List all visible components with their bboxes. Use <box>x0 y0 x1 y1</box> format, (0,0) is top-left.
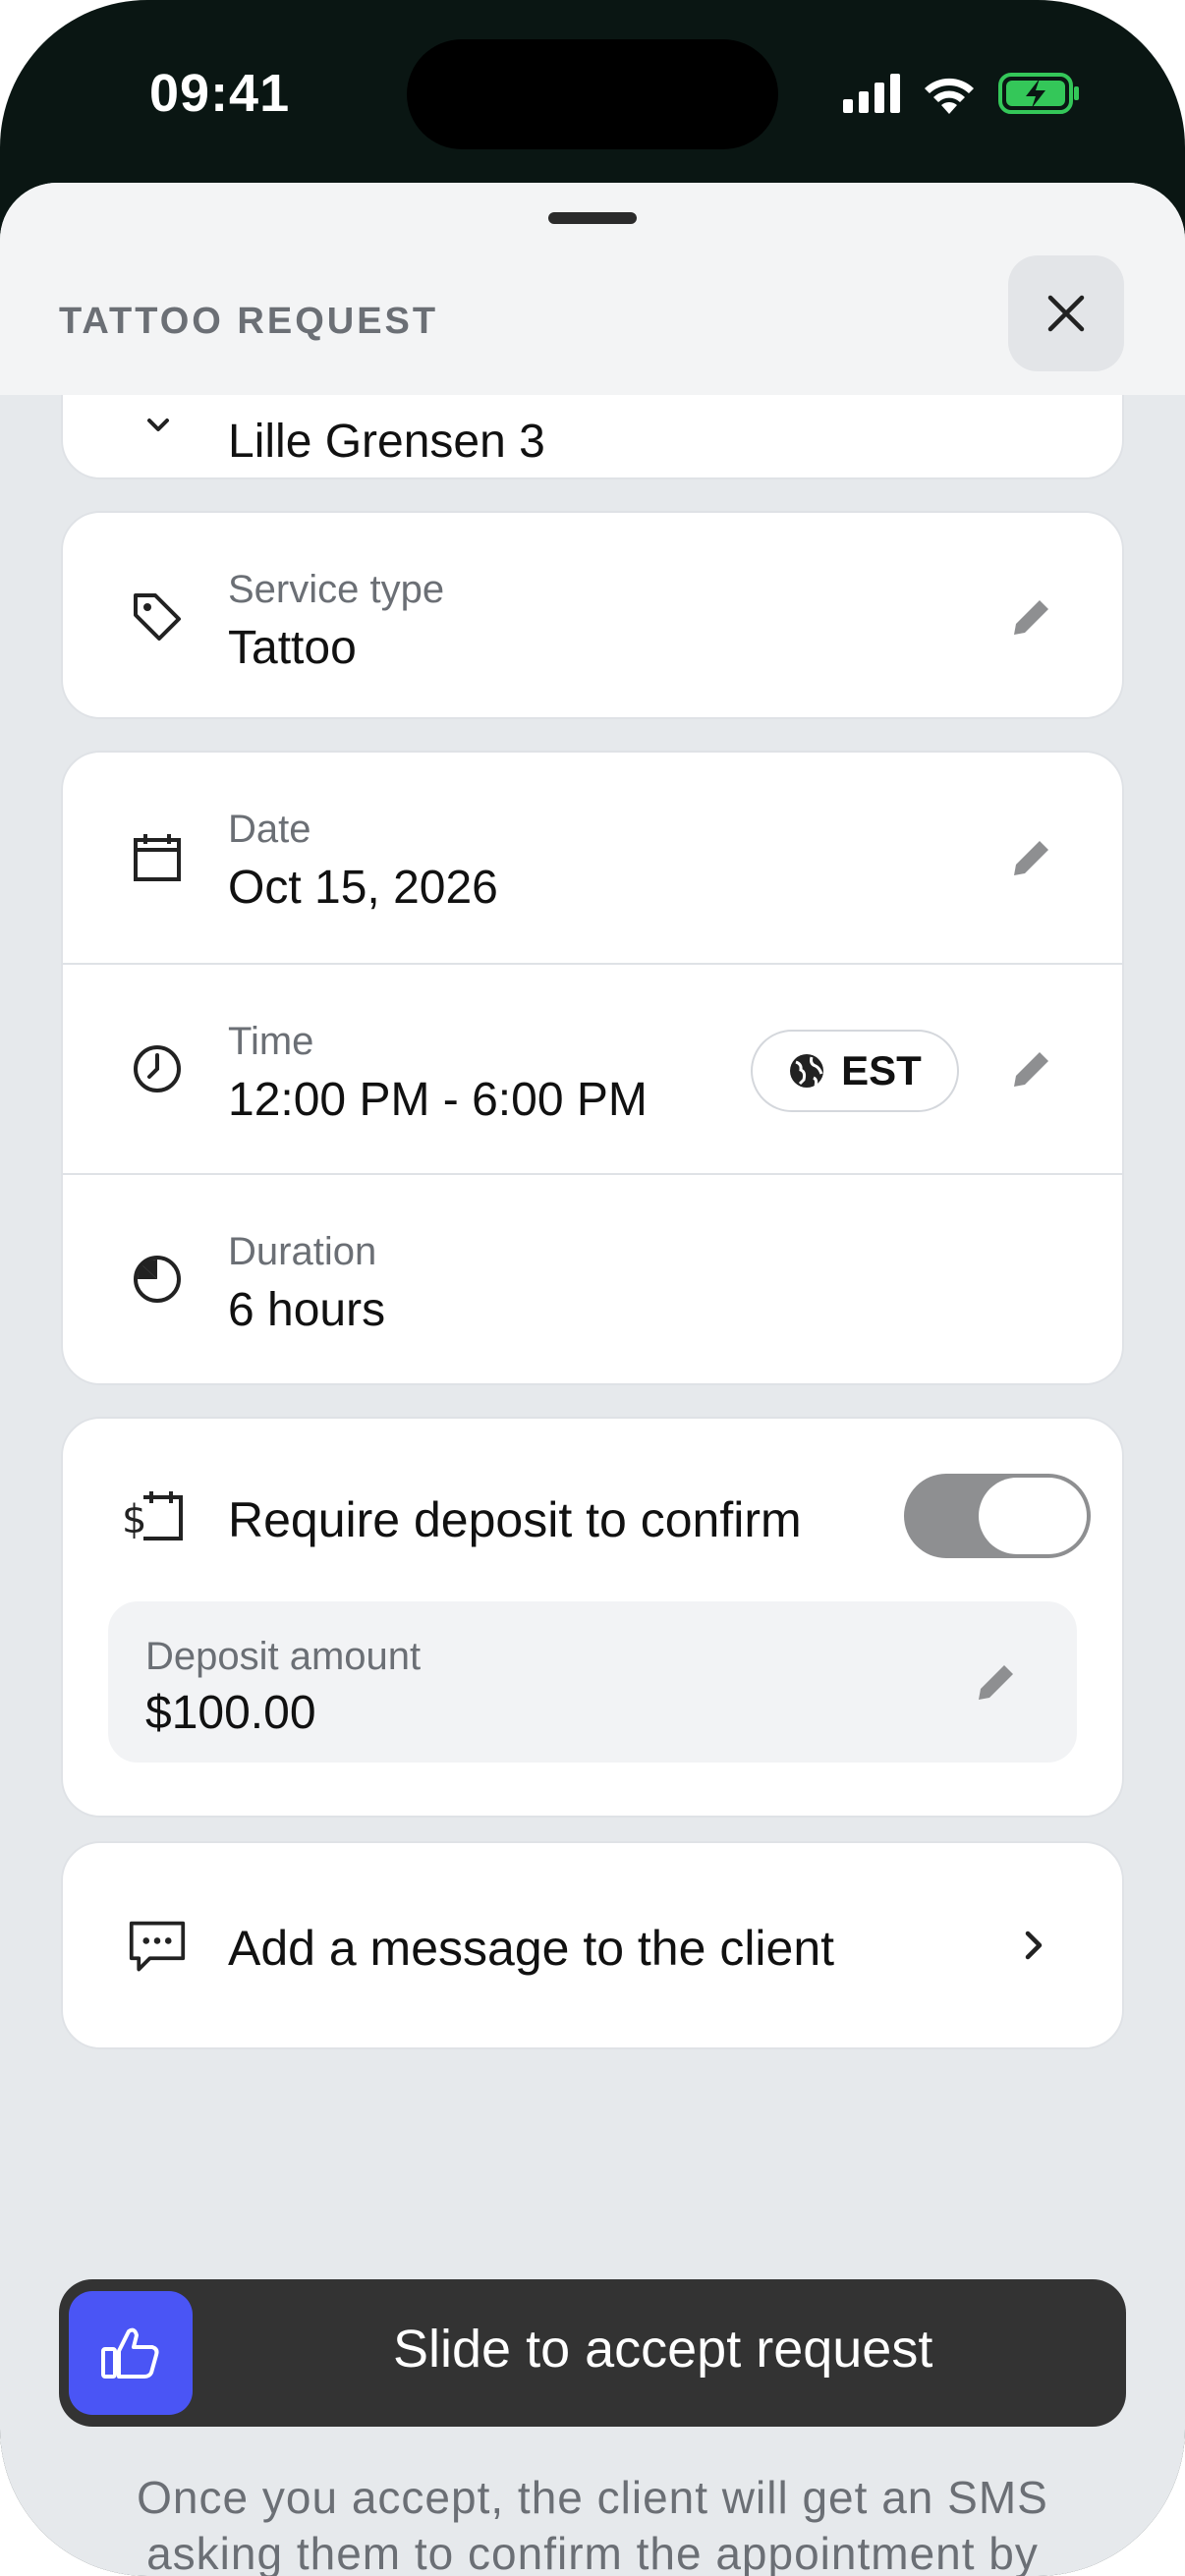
require-deposit-label: Require deposit to confirm <box>228 1492 802 1547</box>
time-row[interactable]: Time 12:00 PM - 6:00 PM EST <box>63 963 1122 1173</box>
location-value: Lille Grensen 3 <box>228 416 545 468</box>
chat-bubble-icon <box>128 1918 187 1977</box>
tag-icon <box>128 588 187 646</box>
service-type-card[interactable]: Service type Tattoo <box>61 511 1124 719</box>
status-time: 09:41 <box>149 64 291 123</box>
require-deposit-toggle[interactable] <box>904 1474 1091 1558</box>
date-row[interactable]: Date Oct 15, 2026 <box>63 753 1122 963</box>
schedule-card: Date Oct 15, 2026 Time 12:00 PM - 6:00 P… <box>61 751 1124 1385</box>
deposit-amount-field[interactable]: Deposit amount $100.00 <box>108 1601 1077 1763</box>
pencil-icon[interactable] <box>1006 1043 1057 1094</box>
tattoo-request-sheet: TATTOO REQUEST Lille Grensen 3 Service t… <box>0 183 1185 2576</box>
sheet-header: TATTOO REQUEST <box>0 183 1185 395</box>
globe-icon <box>790 1054 824 1088</box>
toggle-knob <box>979 1478 1087 1554</box>
slide-to-accept-label: Slide to accept request <box>393 2320 933 2379</box>
timezone-pill[interactable]: EST <box>751 1030 959 1112</box>
time-label: Time <box>228 1020 314 1063</box>
deposit-amount-label: Deposit amount <box>145 1635 422 1678</box>
date-value: Oct 15, 2026 <box>228 862 498 914</box>
service-type-label: Service type <box>228 568 445 611</box>
svg-text:$: $ <box>122 1497 146 1542</box>
status-icons <box>843 69 1081 118</box>
chevron-down-icon <box>147 419 169 431</box>
dynamic-island <box>407 39 778 149</box>
pencil-icon[interactable] <box>1006 591 1057 643</box>
add-message-label: Add a message to the client <box>228 1921 835 1976</box>
cash-icon: $ <box>122 1489 185 1544</box>
slide-to-accept[interactable]: Slide to accept request <box>59 2279 1126 2427</box>
sheet-title: TATTOO REQUEST <box>59 301 439 342</box>
wifi-icon <box>925 78 974 114</box>
add-message-card[interactable]: Add a message to the client <box>61 1841 1124 2049</box>
timezone-label: EST <box>841 1047 922 1093</box>
service-type-value: Tattoo <box>228 622 357 674</box>
deposit-card: $ Require deposit to confirm Deposit amo… <box>61 1417 1124 1818</box>
slider-thumb[interactable] <box>69 2291 193 2415</box>
chevron-right-icon <box>1025 1931 1043 1960</box>
battery-charging-icon <box>998 73 1079 114</box>
close-icon <box>1047 295 1085 332</box>
deposit-amount-value: $100.00 <box>145 1687 316 1739</box>
duration-row: Duration 6 hours <box>63 1173 1122 1383</box>
duration-value: 6 hours <box>228 1284 386 1336</box>
close-button[interactable] <box>1008 255 1124 371</box>
time-value: 12:00 PM - 6:00 PM <box>228 1074 648 1126</box>
cellular-signal-icon <box>843 74 900 113</box>
duration-icon <box>128 1250 187 1309</box>
pencil-icon[interactable] <box>971 1656 1022 1708</box>
clock-icon <box>128 1039 187 1098</box>
thumbs-up-icon <box>101 2327 159 2379</box>
accept-info-text: Once you accept, the client will get an … <box>137 2472 1048 2576</box>
calendar-icon <box>128 828 187 887</box>
duration-label: Duration <box>228 1230 377 1273</box>
date-label: Date <box>228 808 311 851</box>
sheet-grabber[interactable] <box>548 212 637 224</box>
phone-screen: 09:41 TATTOO REQUEST Lille Grensen 3 Ser… <box>0 0 1185 2576</box>
pencil-icon[interactable] <box>1006 832 1057 883</box>
